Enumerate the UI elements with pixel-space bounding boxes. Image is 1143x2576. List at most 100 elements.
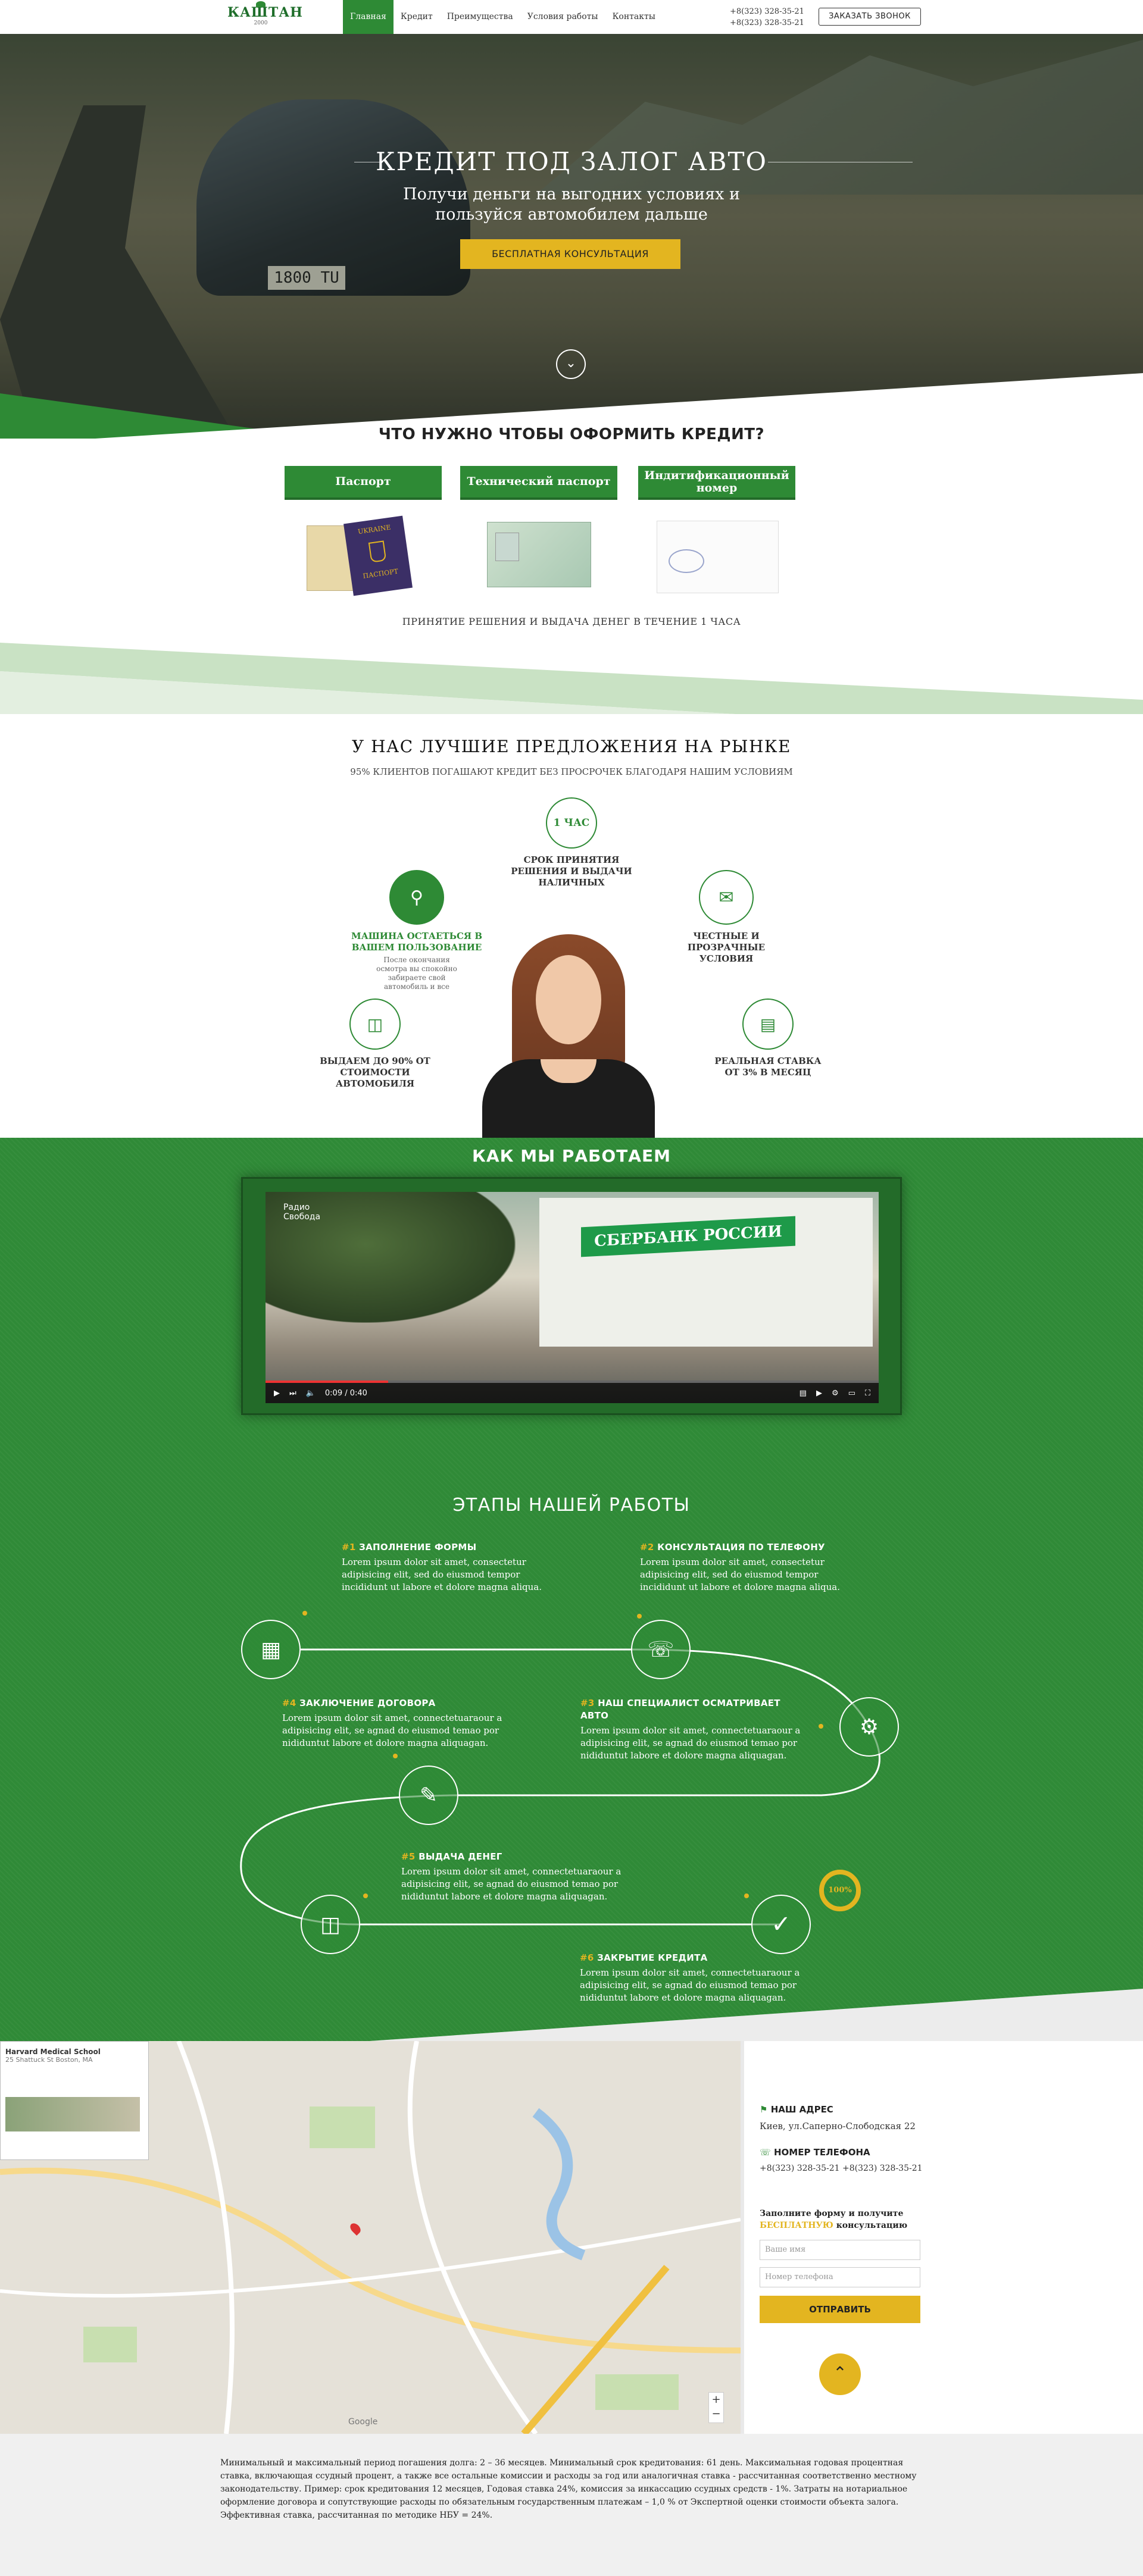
logo-leaf-icon [256,1,266,7]
stage-5-heading: #5 ВЫДАЧА ДЕНЕГ [401,1851,627,1863]
name-input[interactable]: Ваше имя [760,2240,920,2260]
zoom-controls[interactable]: + − [708,2392,724,2423]
stage3-inspection-icon: ⚙ [839,1697,899,1757]
stage1-form-icon: ▦ [241,1620,301,1679]
passport-image: UKRAINE ПАСПОРТ [307,515,413,596]
rate-text: РЕАЛЬНАЯ СТАВКА ОТ 3% В МЕСЯЦ [714,1056,822,1078]
stage-4-text: Lorem ipsum dolor sit amet, connectetuar… [282,1713,502,1748]
nav-conditions[interactable]: Условия работы [520,0,605,34]
stage-4-heading: #4 ЗАКЛЮЧЕНИЕ ДОГОВОРА [282,1697,508,1710]
logo[interactable]: КАШТАН 2000 [227,1,302,31]
nav-contacts[interactable]: Контакты [605,0,663,34]
stage-4-num: #4 [282,1698,296,1708]
hero-subtitle: Получи деньги на выгодних условиях и пол… [0,184,1143,225]
map[interactable]: Harvard Medical School 25 Shattuck St Bo… [0,2041,741,2434]
google-logo: Google [348,2417,378,2427]
address-text: Киев, ул.Саперно-Слободская 22 [760,2121,916,2131]
submit-button[interactable]: ОТПРАВИТЬ [760,2296,920,2323]
address-title: НАШ АДРЕС [770,2104,833,2115]
stage4-contract-icon: ✎ [399,1766,458,1825]
techpassport-image [487,519,591,592]
adv-car-stays: ⚲ МАШИНА ОСТАЕТЬСЯ В ВАШЕМ ПОЛЬЗОВАНИЕ П… [345,870,488,991]
phone-icon: ☏ [760,2147,771,2158]
how-we-work-section: КАК МЫ РАБОТАЕМ СБЕРБАНК РОССИИ Радио Св… [0,1138,1143,2063]
form-title-highlight: БЕСПЛАТНУЮ [760,2221,833,2230]
phone-block: ☏ НОМЕР ТЕЛЕФОНА +8(323) 328-35-21 +8(32… [760,2147,923,2173]
map-card-title: Harvard Medical School [5,2048,101,2056]
stage-3-title: НАШ СПЕЦИАЛИСТ ОСМАТРИВАЕТ АВТО [580,1698,780,1721]
stage-2: #2 КОНСУЛЬТАЦИЯ ПО ТЕЛЕФОНУ Lorem ipsum … [640,1541,842,1594]
stage-3-num: #3 [580,1698,595,1708]
car-stays-text: МАШИНА ОСТАЕТЬСЯ В ВАШЕМ ПОЛЬЗОВАНИЕ [351,931,483,953]
req-passport-button[interactable]: Паспорт [285,466,442,500]
adv-honest: ✉ ЧЕСТНЫЕ И ПРОЗРАЧНЫЕ УСЛОВИЯ [643,870,810,965]
req-techpassport-button[interactable]: Технический паспорт [460,466,617,500]
chevron-up-icon[interactable]: ⌃ [819,2353,861,2395]
phone-2[interactable]: +8(323) 328-35-21 [730,17,804,29]
adv-rate: ▤ РЕАЛЬНАЯ СТАВКА ОТ 3% В МЕСЯЦ [691,999,845,1078]
chevron-down-icon[interactable]: ⌄ [556,349,586,379]
address-heading: ⚑ НАШ АДРЕС [760,2104,916,2115]
progress-badge: 100% [819,1870,861,1911]
address-block: ⚑ НАШ АДРЕС Киев, ул.Саперно-Слободская … [760,2104,916,2131]
stage-6-heading: #6 ЗАКРЫТИЕ КРЕДИТА [580,1952,806,1964]
nav-advantages[interactable]: Преимущества [440,0,520,34]
stage-3-heading: #3 НАШ СПЕЦИАЛИСТ ОСМАТРИВАЕТ АВТО [580,1697,807,1722]
hero-subtitle-line1: Получи деньги на выгодних условиях и [403,185,740,204]
dot-3 [819,1724,823,1729]
contact-sidebar: ⚑ НАШ АДРЕС Киев, ул.Саперно-Слободская … [744,2041,1143,2434]
surprised-woman-image [470,928,667,1138]
form-title-1: Заполните форму и получите [760,2209,904,2218]
requirements-title: ЧТО НУЖНО ЧТОБЫ ОФОРМИТЬ КРЕДИТ? [378,425,765,443]
hero-title: КРЕДИТ ПОД ЗАЛОГ АВТО [376,147,767,176]
phone-title: НОМЕР ТЕЛЕФОНА [774,2147,870,2158]
dot-2 [637,1614,642,1619]
nav-credit[interactable]: Кредит [394,0,440,34]
phone-heading: ☏ НОМЕР ТЕЛЕФОНА [760,2147,923,2158]
stage5-money-icon: ◫ [301,1895,360,1954]
form-title-2: консультацию [836,2221,908,2230]
dot-1 [302,1611,307,1616]
free-consultation-button[interactable]: БЕСПЛАТНАЯ КОНСУЛЬТАЦИЯ [460,239,680,269]
nav-home[interactable]: Главная [343,0,394,34]
phone-input[interactable]: Номер телефона [760,2267,920,2287]
map-icon: ⚑ [760,2104,768,2115]
hero-subtitle-line2: пользуйся автомобилем дальше [435,205,708,224]
stage-5: #5 ВЫДАЧА ДЕНЕГ Lorem ipsum dolor sit am… [401,1851,627,1903]
stage-5-title: ВЫДАЧА ДЕНЕГ [419,1851,502,1862]
honest-text: ЧЕСТНЫЕ И ПРОЗРАЧНЫЕ УСЛОВИЯ [687,931,766,964]
stage-1-title: ЗАПОЛНЕНИЕ ФОРМЫ [359,1542,477,1553]
stage6-check-icon: ✓ [751,1895,811,1954]
main-nav: Главная Кредит Преимущества Условия рабо… [343,0,663,34]
stage-6-text: Lorem ipsum dolor sit amet, connectetuar… [580,1967,800,2003]
hour-badge: 1 ЧАС [546,797,597,849]
stage-4-title: ЗАКЛЮЧЕНИЕ ДОГОВОРА [299,1698,436,1708]
chart-icon: ▤ [742,999,794,1050]
stage-2-title: КОНСУЛЬТАЦИЯ ПО ТЕЛЕФОНУ [657,1542,825,1553]
stage-2-text: Lorem ipsum dolor sit amet, consectetur … [640,1557,841,1592]
advantages-section: У НАС ЛУЧШИЕ ПРЕДЛОЖЕНИЯ НА РЫНКЕ 95% КЛ… [0,714,1143,1138]
req-id-number-button[interactable]: Индитификационный номер [638,466,795,500]
advantages-title: У НАС ЛУЧШИЕ ПРЕДЛОЖЕНИЯ НА РЫНКЕ [351,737,791,756]
map-card-addr: 25 Shattuck St Boston, MA [5,2056,93,2064]
stage2-phone-icon: ☏ [631,1620,691,1679]
handshake-icon: ✉ [699,870,754,925]
id-number-image [657,519,779,593]
map-place-card[interactable]: Harvard Medical School 25 Shattuck St Bo… [0,2041,149,2160]
dot-5 [363,1893,368,1898]
amount-text: ВЫДАЕМ ДО 90% ОТ СТОИМОСТИ АВТОМОБИЛЯ [320,1056,430,1089]
stage-1-text: Lorem ipsum dolor sit amet, consectetur … [342,1557,542,1592]
order-call-button[interactable]: ЗАКАЗАТЬ ЗВОНОК [819,8,921,26]
stage-1: #1 ЗАПОЛНЕНИЕ ФОРМЫ Lorem ipsum dolor si… [342,1541,544,1594]
requirements-note: ПРИНЯТИЕ РЕШЕНИЯ И ВЫДАЧА ДЕНЕГ В ТЕЧЕНИ… [402,616,741,627]
dot-4 [393,1754,398,1758]
stage-2-num: #2 [640,1542,654,1553]
stage-5-text: Lorem ipsum dolor sit amet, connectetuar… [401,1866,622,1902]
logo-sub: 2000 [254,20,268,26]
phone-1[interactable]: +8(323) 328-35-21 [730,6,804,17]
header-phones: +8(323) 328-35-21 +8(323) 328-35-21 [730,6,804,29]
passport-country: UKRAINE [357,523,392,536]
hero: 1800 TU КРЕДИТ ПОД ЗАЛОГ АВТО Получи ден… [0,34,1143,439]
stage-6-num: #6 [580,1952,594,1963]
car-stays-desc: После окончания осмотра вы спокойно заби… [376,956,457,991]
